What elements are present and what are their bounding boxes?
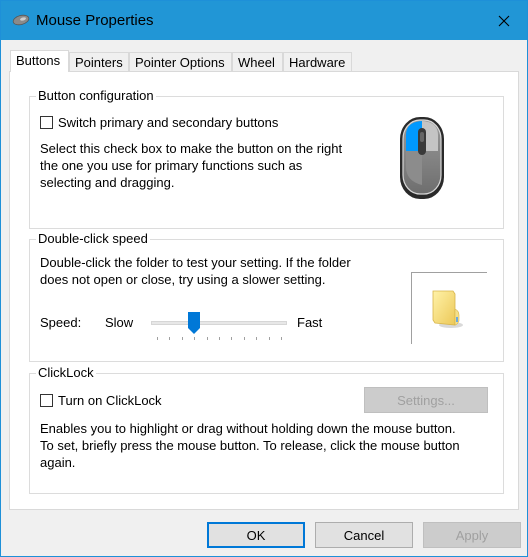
mouse-properties-window: Mouse Properties Buttons Pointers Pointe…: [0, 0, 528, 557]
slider-tick: [268, 337, 270, 340]
slider-tick: [281, 337, 282, 340]
window-title: Mouse Properties: [36, 12, 154, 29]
clicklock-checkbox[interactable]: Turn on ClickLock: [40, 393, 162, 408]
apply-button[interactable]: Apply: [423, 522, 521, 548]
slider-thumb[interactable]: [188, 312, 201, 334]
tab-buttons[interactable]: Buttons: [10, 50, 69, 72]
description-line: Double-click the folder to test your set…: [40, 255, 351, 270]
description-line: To set, briefly press the mouse button. …: [40, 438, 460, 453]
double-click-description: Double-click the folder to test your set…: [40, 254, 351, 288]
test-folder-area[interactable]: [411, 272, 489, 354]
tab-panel-buttons: Button configuration Switch primary and …: [9, 71, 519, 510]
description-line: does not open or close, try using a slow…: [40, 272, 326, 287]
ok-button[interactable]: OK: [207, 522, 305, 548]
description-line: again.: [40, 455, 76, 470]
slider-tick: [194, 337, 196, 340]
slider-tick: [169, 337, 171, 340]
double-click-speed-group: Double-click speed Double-click the fold…: [29, 231, 504, 362]
folder-icon[interactable]: [431, 289, 465, 329]
cancel-button[interactable]: Cancel: [315, 522, 413, 548]
description-line: Enables you to highlight or drag without…: [40, 421, 456, 436]
double-click-speed-title: Double-click speed: [36, 231, 150, 247]
mouse-illustration-icon: [400, 117, 444, 199]
button-configuration-description: Select this check box to make the button…: [40, 140, 342, 191]
clicklock-description: Enables you to highlight or drag without…: [40, 420, 460, 471]
clicklock-label: Turn on ClickLock: [58, 393, 162, 408]
slow-label: Slow: [105, 315, 134, 330]
slider-tick: [219, 337, 220, 340]
slider-tick: [181, 337, 183, 340]
clicklock-checkbox-box[interactable]: [40, 394, 53, 407]
description-line: selecting and dragging.: [40, 175, 175, 190]
description-line: Select this check box to make the button…: [40, 141, 343, 156]
description-line: the one you use for primary functions su…: [40, 158, 303, 173]
close-button[interactable]: [481, 1, 527, 40]
double-click-speed-slider[interactable]: [151, 312, 287, 342]
clicklock-group: ClickLock Turn on ClickLock Settings... …: [29, 365, 504, 494]
switch-buttons-label: Switch primary and secondary buttons: [58, 115, 279, 130]
slider-tick: [157, 337, 158, 340]
fast-label: Fast: [297, 315, 323, 330]
mouse-icon: [12, 14, 30, 26]
switch-buttons-checkbox[interactable]: Switch primary and secondary buttons: [40, 115, 278, 130]
tab-wheel[interactable]: Wheel: [232, 52, 283, 71]
title-bar[interactable]: Mouse Properties: [1, 1, 527, 40]
slider-tick: [231, 337, 233, 340]
slider-tick: [256, 337, 258, 340]
tab-pointers[interactable]: Pointers: [69, 52, 129, 71]
button-configuration-title: Button configuration: [36, 88, 156, 104]
tab-hardware[interactable]: Hardware: [283, 52, 352, 71]
slider-tick: [243, 337, 245, 340]
slider-tick: [206, 337, 208, 340]
slider-track[interactable]: [151, 321, 287, 325]
tab-pointer-options[interactable]: Pointer Options: [129, 52, 232, 71]
close-icon: [498, 15, 510, 26]
clicklock-settings-button[interactable]: Settings...: [364, 387, 488, 413]
speed-label: Speed:: [40, 315, 82, 330]
button-configuration-group: Button configuration Switch primary and …: [29, 88, 504, 229]
clicklock-title: ClickLock: [36, 365, 96, 381]
switch-buttons-checkbox-box[interactable]: [40, 116, 53, 129]
